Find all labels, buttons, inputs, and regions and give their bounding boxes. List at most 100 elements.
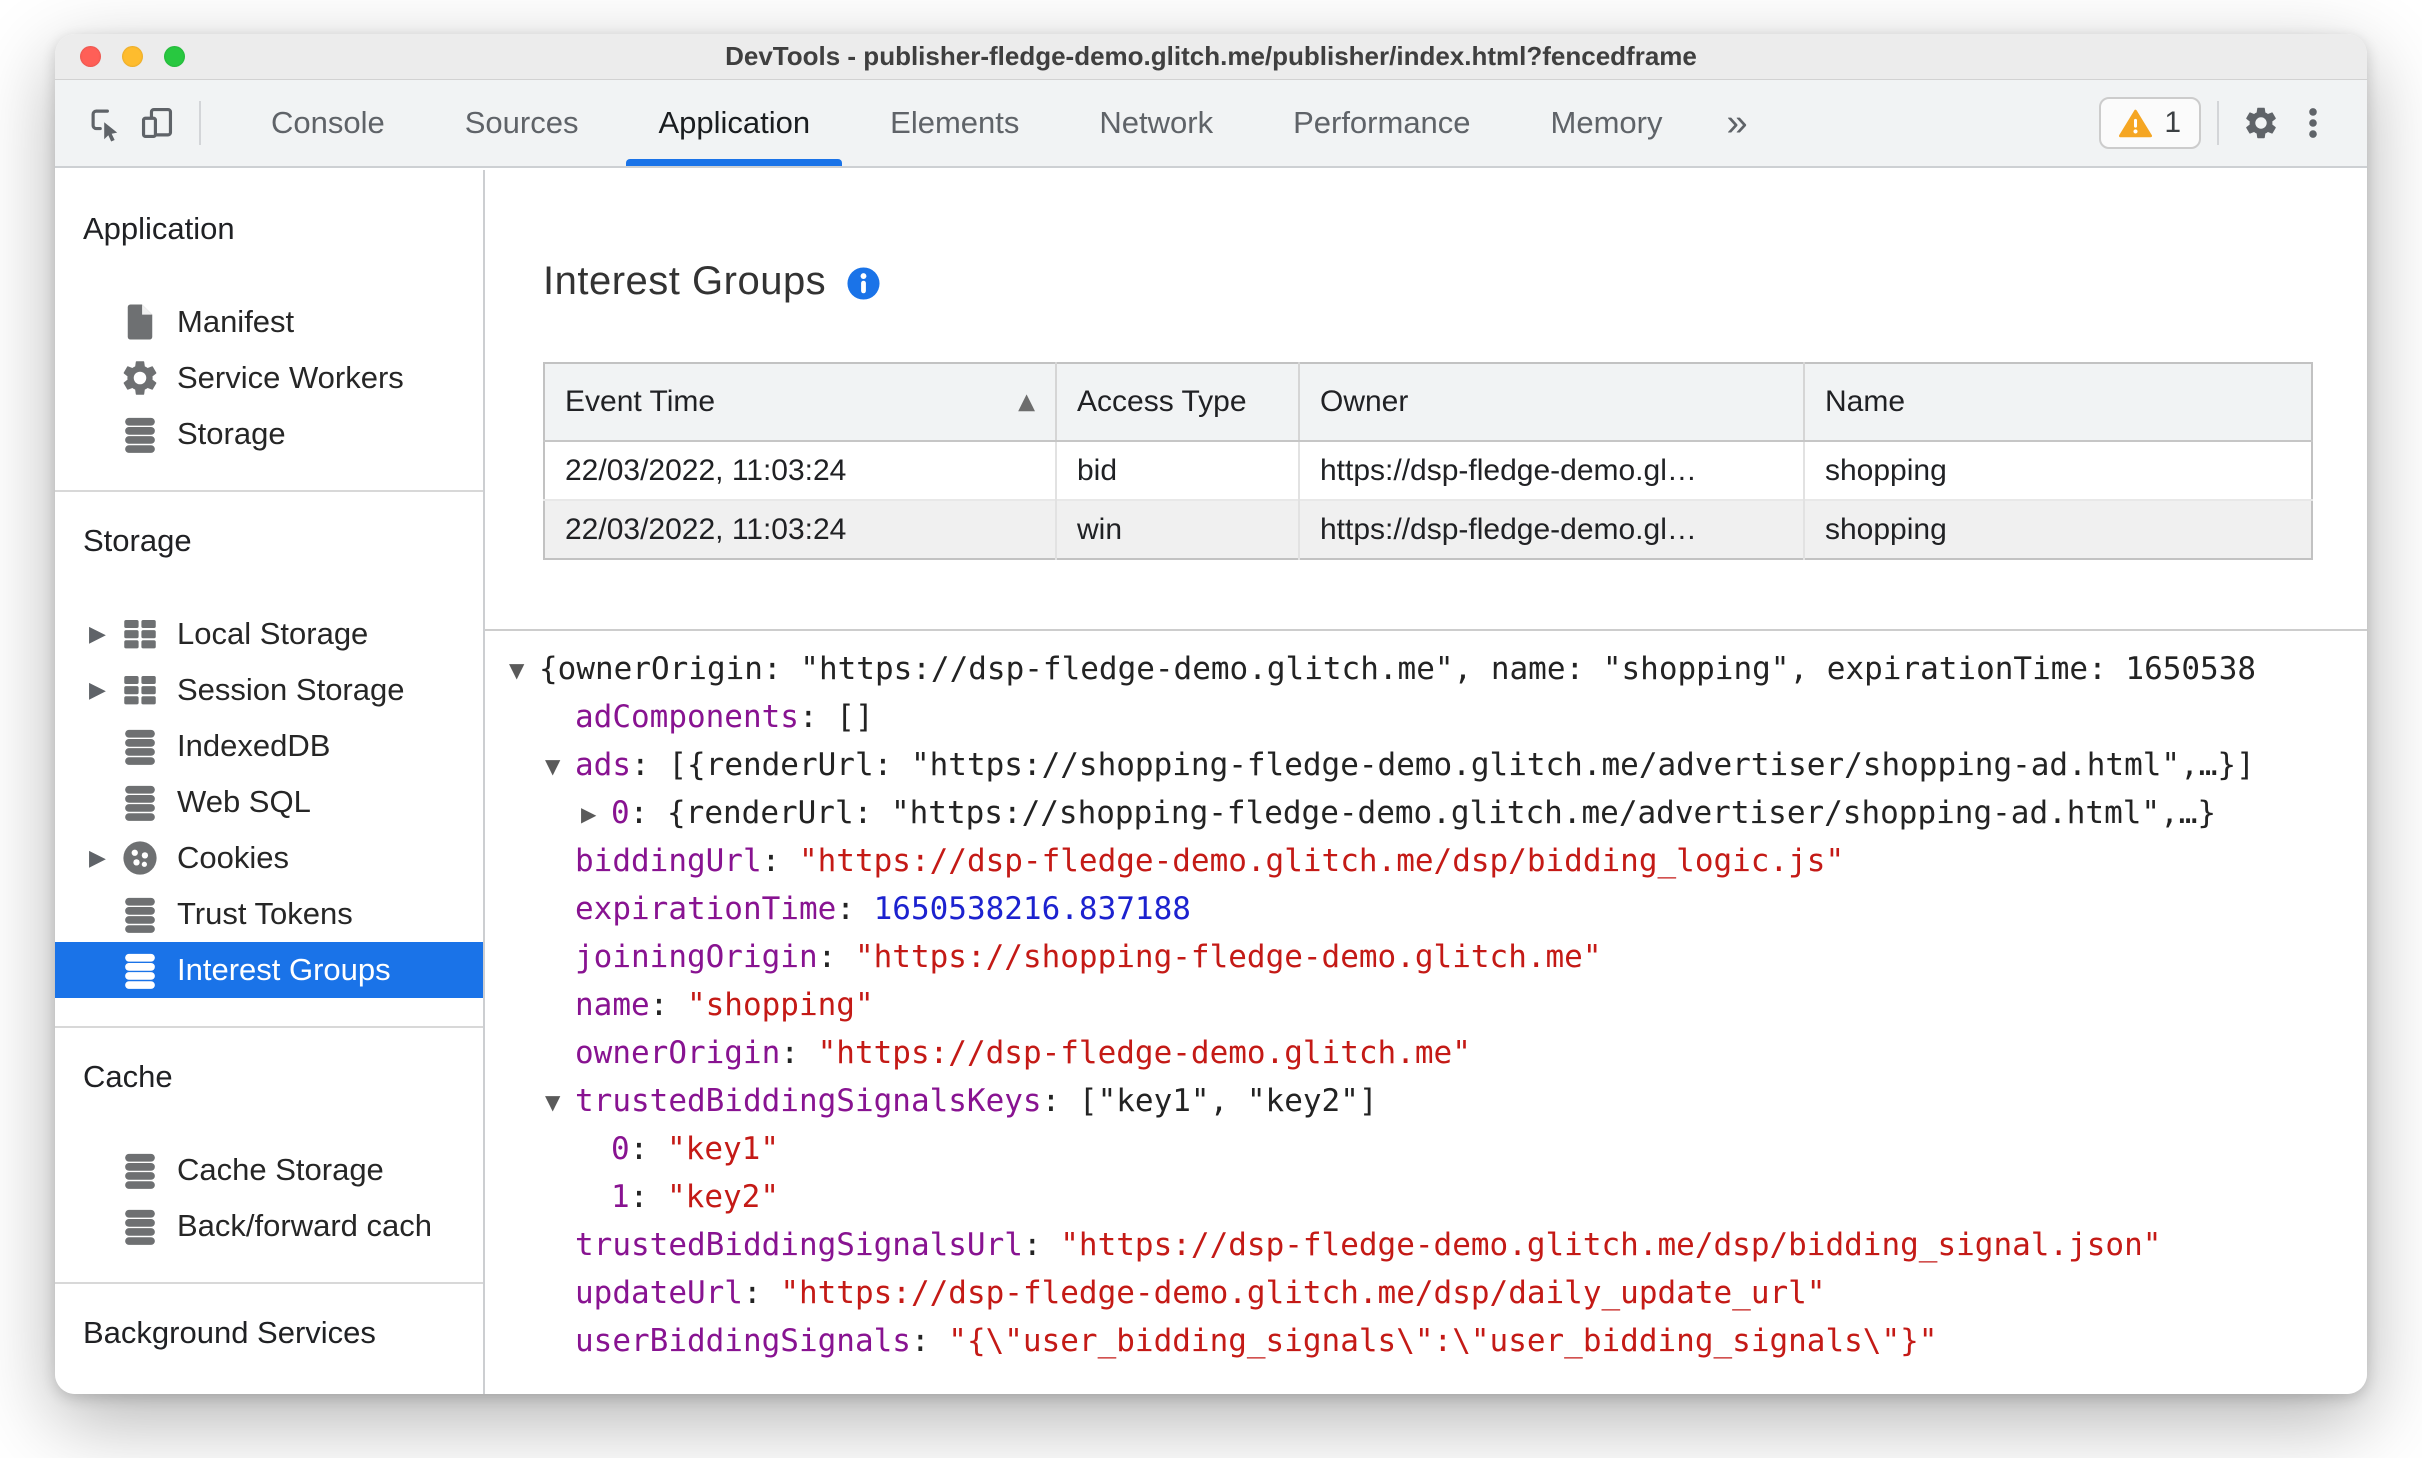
sidebar-item-session-storage[interactable]: ▶ Session Storage <box>55 662 483 718</box>
json-key: 0 <box>611 1131 630 1167</box>
column-header-access-type[interactable]: Access Type <box>1056 363 1300 442</box>
expand-triangle-icon[interactable]: ▶ <box>89 678 117 703</box>
sidebar-item-label: Trust Tokens <box>177 896 353 931</box>
expand-triangle-icon[interactable]: ▶ <box>89 846 117 871</box>
sidebar-item-indexeddb[interactable]: IndexedDB <box>55 718 483 774</box>
json-plain: : [{renderUrl: "https://shopping-fledge-… <box>631 747 2255 783</box>
tree-line[interactable]: trustedBiddingSignalsUrl: "https://dsp-f… <box>485 1221 2367 1269</box>
database-icon <box>119 413 161 455</box>
tree-line[interactable]: userBiddingSignals: "{\"user_bidding_sig… <box>485 1317 2367 1365</box>
toolbar-divider <box>199 101 201 145</box>
devtools-toolbar: Console Sources Application Elements Network… <box>55 80 2367 168</box>
disclosure-triangle-icon[interactable]: ▼ <box>509 646 539 694</box>
table-cell: https://dsp-fledge-demo.gl… <box>1299 499 1805 559</box>
column-header-event-time[interactable]: Event Time ▲ <box>544 363 1057 442</box>
close-button[interactable] <box>80 46 101 67</box>
json-plain: : <box>780 1035 818 1071</box>
tree-line[interactable]: ▼ trustedBiddingSignalsKeys: ["key1", "ke… <box>485 1077 2367 1125</box>
json-string: "key1" <box>667 1131 779 1167</box>
interest-group-json-tree: ▼ {ownerOrigin: "https://dsp-fledge-demo.… <box>485 631 2367 1365</box>
sidebar-item-interest-groups[interactable]: Interest Groups <box>55 942 483 998</box>
tab-elements[interactable]: Elements <box>850 80 1059 166</box>
tab-application[interactable]: Application <box>618 80 850 166</box>
tree-line[interactable]: ownerOrigin: "https://dsp-fledge-demo.gl… <box>485 1029 2367 1077</box>
sidebar-item-web-sql[interactable]: Web SQL <box>55 774 483 830</box>
sidebar-section-background-services: Background ServicesBackground Fetch <box>55 1284 483 1394</box>
tree-line[interactable]: name: "shopping" <box>485 981 2367 1029</box>
tab-network[interactable]: Network <box>1059 80 1253 166</box>
json-key: biddingUrl <box>575 843 762 879</box>
tab-performance[interactable]: Performance <box>1253 80 1510 166</box>
tree-line[interactable]: joiningOrigin: "https://shopping-fledge-… <box>485 933 2367 981</box>
json-key: trustedBiddingSignalsKeys <box>575 1083 1042 1119</box>
table-cell: bid <box>1056 441 1300 500</box>
toolbar-divider <box>2217 101 2219 145</box>
warning-badge[interactable]: 1 <box>2099 97 2201 149</box>
sidebar-item-label: Storage <box>177 416 286 451</box>
sidebar-item-trust-tokens[interactable]: Trust Tokens <box>55 886 483 942</box>
disclosure-triangle-icon[interactable]: ▼ <box>545 742 575 790</box>
tab-sources[interactable]: Sources <box>425 80 619 166</box>
sort-ascending-icon: ▲ <box>1018 389 1035 415</box>
json-string: "https://shopping-fledge-demo.glitch.me" <box>854 939 1602 975</box>
json-key: 0 <box>611 795 630 831</box>
device-toolbar-icon[interactable] <box>131 97 183 149</box>
json-string: "https://dsp-fledge-demo.glitch.me/dsp/b… <box>1060 1227 2162 1263</box>
tree-line[interactable]: updateUrl: "https://dsp-fledge-demo.glit… <box>485 1269 2367 1317</box>
zoom-button[interactable] <box>164 46 185 67</box>
tree-line[interactable]: adComponents: [] <box>485 693 2367 741</box>
sidebar-item-label: Local Storage <box>177 616 369 651</box>
table-row[interactable]: 22/03/2022, 11:03:24 win https://dsp-fledg… <box>544 499 2312 559</box>
sidebar-item-label: Session Storage <box>177 672 405 707</box>
minimize-button[interactable] <box>122 46 143 67</box>
kebab-menu-icon[interactable] <box>2287 97 2339 149</box>
tab-console[interactable]: Console <box>231 80 425 166</box>
sidebar-item-back-forward-cach[interactable]: Back/forward cach <box>55 1198 483 1254</box>
more-tabs-button[interactable]: » <box>1703 102 1772 145</box>
tree-line[interactable]: 1: "key2" <box>485 1173 2367 1221</box>
sidebar-item-service-workers[interactable]: Service Workers <box>55 350 483 406</box>
sidebar-item-storage[interactable]: Storage <box>55 406 483 462</box>
sidebar-item-cache-storage[interactable]: Cache Storage <box>55 1142 483 1198</box>
json-plain: : <box>629 1131 667 1167</box>
sidebar-item-cookies[interactable]: ▶ Cookies <box>55 830 483 886</box>
cookie-icon <box>119 837 161 879</box>
tree-line[interactable]: expirationTime: 1650538216.837188 <box>485 885 2367 933</box>
json-plain: : {renderUrl: "https://shopping-fledge-d… <box>629 795 2217 831</box>
json-key: name <box>575 987 650 1023</box>
sidebar-item-manifest[interactable]: Manifest <box>55 294 483 350</box>
sidebar-item-label: Web SQL <box>177 784 311 819</box>
table-row[interactable]: 22/03/2022, 11:03:24 bid https://dsp-fledg… <box>544 441 2312 500</box>
json-plain: {ownerOrigin: "https://dsp-fledge-demo.g… <box>539 651 2257 687</box>
disclosure-triangle-icon[interactable]: ▶ <box>581 790 611 838</box>
tree-line[interactable]: ▼ {ownerOrigin: "https://dsp-fledge-demo.… <box>485 645 2367 693</box>
disclosure-triangle-icon[interactable]: ▼ <box>545 1078 575 1126</box>
tree-line[interactable]: 0: "key1" <box>485 1125 2367 1173</box>
tree-line[interactable]: ▶ 0: {renderUrl: "https://shopping-fledge… <box>485 789 2367 837</box>
expand-triangle-icon[interactable]: ▶ <box>89 622 117 647</box>
application-sidebar: Application Manifest Service Workers Storag… <box>55 170 485 1394</box>
settings-gear-icon[interactable] <box>2235 97 2287 149</box>
json-key: ownerOrigin <box>575 1035 781 1071</box>
json-plain: : [] <box>798 699 874 735</box>
tree-line[interactable]: biddingUrl: "https://dsp-fledge-demo.gli… <box>485 837 2367 885</box>
json-string: "https://dsp-fledge-demo.glitch.me" <box>817 1035 1471 1071</box>
sidebar-item-local-storage[interactable]: ▶ Local Storage <box>55 606 483 662</box>
column-header-name[interactable]: Name <box>1804 363 2312 442</box>
tree-line[interactable]: ▼ ads: [{renderUrl: "https://shopping-fle… <box>485 741 2367 789</box>
info-icon[interactable] <box>846 261 881 301</box>
database-icon <box>119 781 161 823</box>
devtools-content: Application Manifest Service Workers Storag… <box>55 170 2367 1394</box>
page-title: Interest Groups <box>543 259 827 303</box>
json-key: updateUrl <box>575 1275 743 1311</box>
traffic-lights <box>55 46 185 67</box>
sidebar-section-storage: Storage ▶ Local Storage ▶ Session Storage Ind… <box>55 492 483 1028</box>
sidebar-item-label: Cookies <box>177 840 289 875</box>
column-header-owner[interactable]: Owner <box>1299 363 1805 442</box>
inspect-element-icon[interactable] <box>79 97 131 149</box>
tab-memory[interactable]: Memory <box>1511 80 1703 166</box>
sidebar-item-label: Cache Storage <box>177 1152 384 1187</box>
sidebar-item-label: IndexedDB <box>177 728 331 763</box>
database-icon <box>119 725 161 767</box>
sidebar-section-header: Application <box>83 211 235 246</box>
